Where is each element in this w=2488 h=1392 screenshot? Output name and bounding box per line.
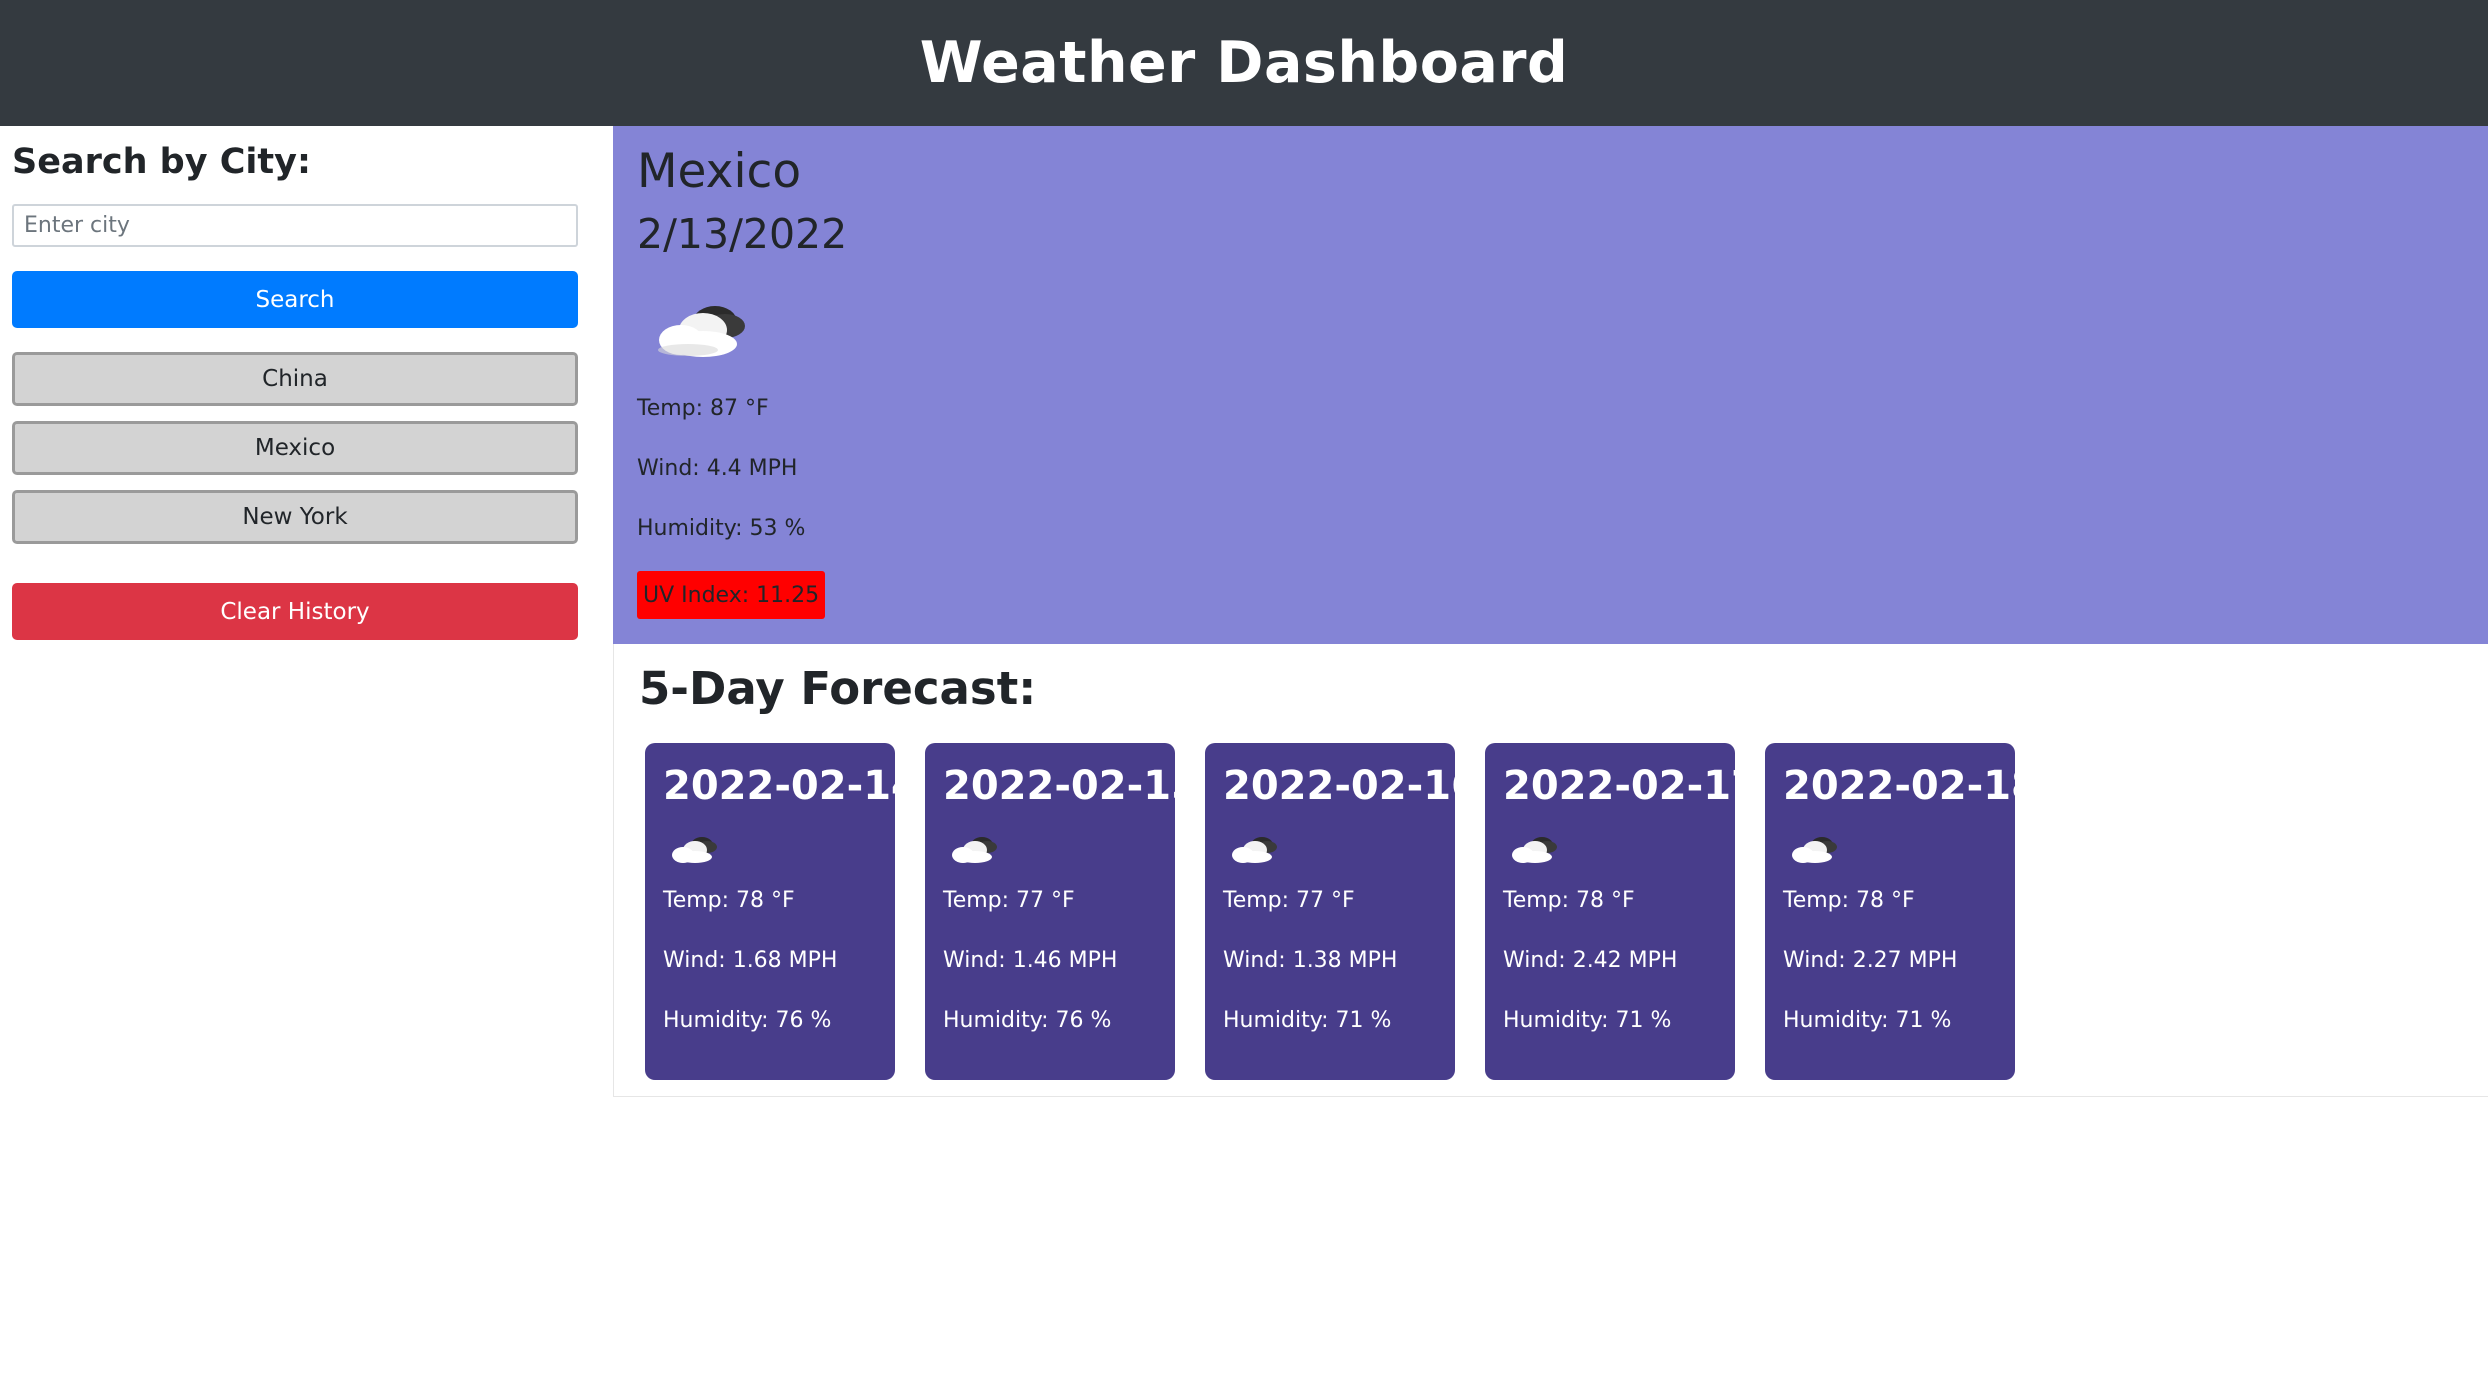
forecast-wind: Wind: 1.38 MPH xyxy=(1223,948,1398,973)
forecast-section: 5-Day Forecast: 2022-02-14 Temp: 78 °F W… xyxy=(613,644,2488,1097)
partly-cloudy-icon xyxy=(952,837,997,863)
forecast-card: 2022-02-18 Temp: 78 °F Wind: 2.27 MPH Hu… xyxy=(1765,743,2039,1080)
city-search-input[interactable] xyxy=(12,204,578,247)
forecast-date: 2022-02-16 xyxy=(1223,763,1479,809)
current-wind: Wind: 4.4 MPH xyxy=(637,456,798,481)
history-button-new-york[interactable]: New York xyxy=(12,490,578,544)
forecast-wind: Wind: 1.46 MPH xyxy=(943,948,1118,973)
forecast-card: 2022-02-15 Temp: 77 °F Wind: 1.46 MPH Hu… xyxy=(925,743,1199,1080)
forecast-wind: Wind: 2.42 MPH xyxy=(1503,948,1678,973)
partly-cloudy-icon xyxy=(658,306,745,357)
current-date: 2/13/2022 xyxy=(637,210,848,258)
partly-cloudy-icon xyxy=(672,837,717,863)
history-button-mexico[interactable]: Mexico xyxy=(12,421,578,475)
forecast-wind: Wind: 1.68 MPH xyxy=(663,948,838,973)
forecast-date: 2022-02-17 xyxy=(1503,763,1759,809)
page-title: Weather Dashboard xyxy=(919,30,1569,96)
forecast-temp: Temp: 78 °F xyxy=(1783,888,1915,913)
forecast-wind: Wind: 2.27 MPH xyxy=(1783,948,1958,973)
forecast-temp: Temp: 77 °F xyxy=(1223,888,1355,913)
forecast-temp: Temp: 78 °F xyxy=(663,888,795,913)
forecast-humidity: Humidity: 76 % xyxy=(943,1008,1112,1033)
forecast-temp: Temp: 78 °F xyxy=(1503,888,1635,913)
forecast-humidity: Humidity: 71 % xyxy=(1223,1008,1392,1033)
search-label: Search by City: xyxy=(12,142,311,182)
forecast-humidity: Humidity: 71 % xyxy=(1783,1008,1952,1033)
current-weather-panel: Mexico 2/13/2022 Temp: 87 °F Wind: 4.4 M… xyxy=(613,126,2488,644)
forecast-title: 5-Day Forecast: xyxy=(639,662,1037,715)
forecast-date: 2022-02-14 xyxy=(663,763,919,809)
forecast-temp: Temp: 77 °F xyxy=(943,888,1075,913)
forecast-card: 2022-02-17 Temp: 78 °F Wind: 2.42 MPH Hu… xyxy=(1485,743,1759,1080)
partly-cloudy-icon xyxy=(1232,837,1277,863)
forecast-humidity: Humidity: 71 % xyxy=(1503,1008,1672,1033)
forecast-date: 2022-02-15 xyxy=(943,763,1199,809)
current-city-name: Mexico xyxy=(637,144,802,199)
search-button[interactable]: Search xyxy=(12,271,578,328)
forecast-card: 2022-02-16 Temp: 77 °F Wind: 1.38 MPH Hu… xyxy=(1205,743,1479,1080)
uv-index-badge: UV Index: 11.25 xyxy=(637,571,826,619)
forecast-date: 2022-02-18 xyxy=(1783,763,2039,809)
app-header: Weather Dashboard xyxy=(0,0,2488,126)
history-button-china[interactable]: China xyxy=(12,352,578,406)
partly-cloudy-icon xyxy=(1512,837,1557,863)
forecast-humidity: Humidity: 76 % xyxy=(663,1008,832,1033)
partly-cloudy-icon xyxy=(1792,837,1837,863)
current-temp: Temp: 87 °F xyxy=(637,396,769,421)
current-humidity: Humidity: 53 % xyxy=(637,516,806,541)
forecast-card: 2022-02-14 Temp: 78 °F Wind: 1.68 MPH Hu… xyxy=(645,743,919,1080)
clear-history-button[interactable]: Clear History xyxy=(12,583,578,640)
